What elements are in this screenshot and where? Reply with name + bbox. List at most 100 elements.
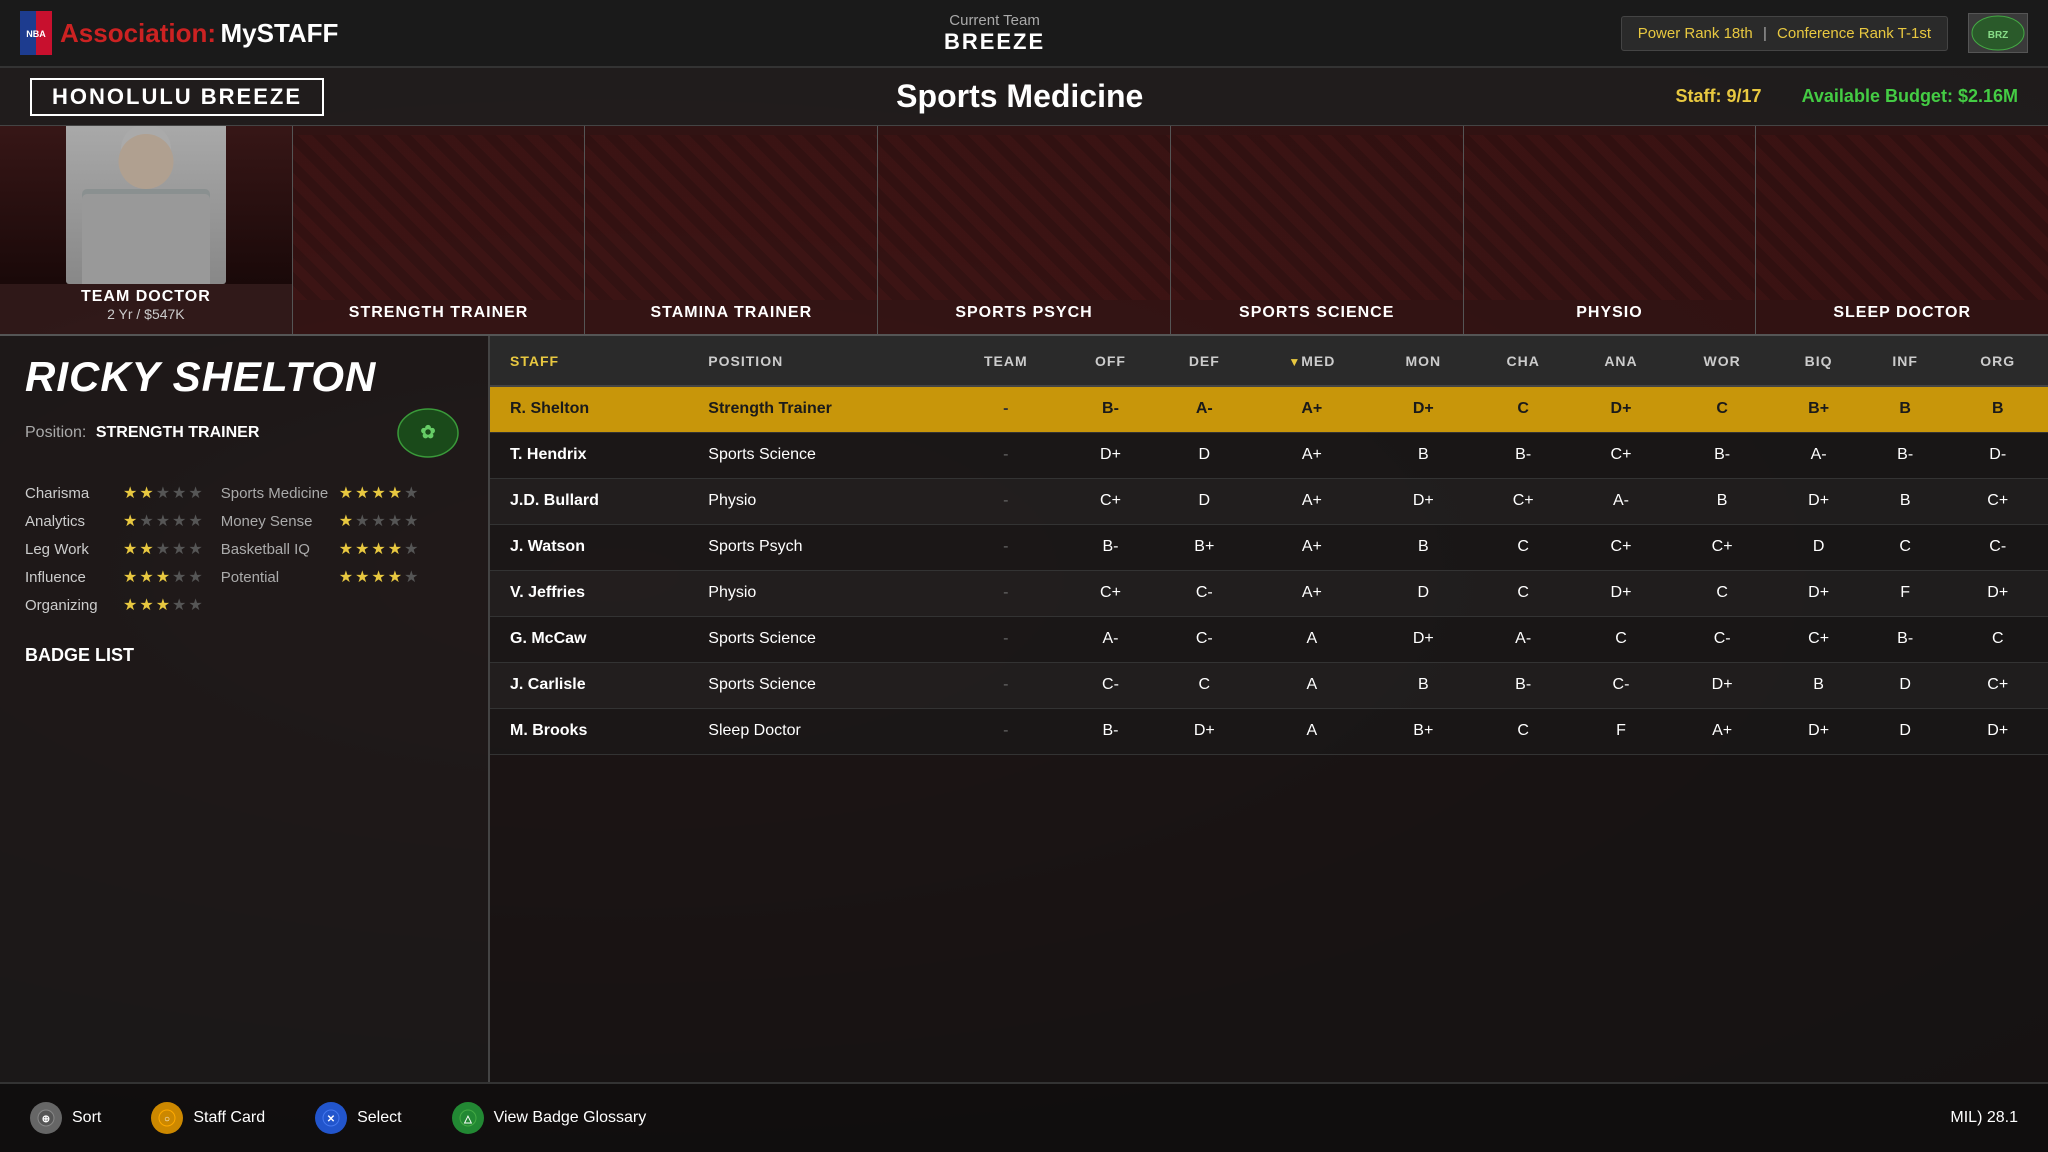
table-header-row: STAFF POSITION TEAM OFF DEF ▼MED MON CHA…	[490, 336, 2048, 386]
sort-button-icon[interactable]: ⊕	[30, 1102, 62, 1134]
grade-cell: B-	[1064, 386, 1158, 432]
position-row: Position: STRENGTH TRAINER ✿	[25, 403, 463, 463]
grade-cell: B-	[1863, 616, 1948, 662]
grade-cell: C	[1474, 386, 1572, 432]
nav-right: Power Rank 18th | Conference Rank T-1st …	[1621, 13, 2028, 53]
view-badge-action[interactable]: △ View Badge Glossary	[452, 1102, 647, 1134]
grade-cell: D+	[1372, 616, 1474, 662]
conf-rank-label: Conference Rank	[1777, 25, 1894, 42]
table-row[interactable]: V. JeffriesPhysio-C+C-A+DCD+CD+FD+	[490, 570, 2048, 616]
staff-slot-sleep-doctor[interactable]: SLEEP DOCTOR	[1756, 126, 2048, 334]
grade-cell: C	[1863, 524, 1948, 570]
influence-stars: ★★★★★	[123, 567, 203, 587]
grade-cell: A-	[1064, 616, 1158, 662]
svg-text:△: △	[463, 1114, 472, 1125]
grade-cell: C+	[1947, 478, 2048, 524]
grade-cell: D	[1157, 432, 1251, 478]
grade-cell: Sleep Doctor	[696, 708, 948, 754]
table-container: STAFF POSITION TEAM OFF DEF ▼MED MON CHA…	[490, 336, 2048, 1082]
table-row[interactable]: G. McCawSports Science-A-C-AD+A-CC-C+B-C	[490, 616, 2048, 662]
player-name: RICKY SHELTON	[25, 356, 463, 398]
potential-stars: ★★★★★	[339, 567, 419, 587]
nav-logo: NBA Association: MySTAFF	[20, 11, 338, 55]
table-row[interactable]: T. HendrixSports Science-D+DA+BB-C+B-A-B…	[490, 432, 2048, 478]
grade-cell: D+	[1774, 478, 1863, 524]
grade-cell: A-	[1774, 432, 1863, 478]
table-row[interactable]: R. SheltonStrength Trainer-B-A-A+D+CD+CB…	[490, 386, 2048, 432]
grade-cell: D+	[1947, 708, 2048, 754]
staff-slot-strength-trainer[interactable]: STRENGTH TRAINER	[293, 126, 586, 334]
slot-label-physio: PHYSIO	[1576, 304, 1642, 322]
grade-cell: A+	[1670, 708, 1774, 754]
staff-slot-sports-psych[interactable]: SPORTS PSYCH	[878, 126, 1171, 334]
conf-rank-value: T-1st	[1898, 25, 1931, 42]
view-badge-button-icon[interactable]: △	[452, 1102, 484, 1134]
svg-text:✿: ✿	[420, 422, 435, 442]
grade-cell: C-	[1064, 662, 1158, 708]
grade-cell: -	[948, 708, 1063, 754]
col-org: ORG	[1947, 336, 2048, 386]
empty-slot-bg-6	[1756, 135, 2048, 300]
staff-name-cell: R. Shelton	[490, 386, 696, 432]
position-value: STRENGTH TRAINER	[96, 424, 260, 441]
grade-cell: D	[1863, 662, 1948, 708]
select-button-icon[interactable]: ✕	[315, 1102, 347, 1134]
grade-cell: C-	[1157, 570, 1251, 616]
sort-action[interactable]: ⊕ Sort	[30, 1102, 101, 1134]
col-inf: INF	[1863, 336, 1948, 386]
power-rank-label: Power Rank	[1638, 25, 1720, 42]
grade-cell: -	[948, 662, 1063, 708]
staff-card-action[interactable]: ○ Staff Card	[151, 1102, 265, 1134]
grade-cell: B-	[1863, 432, 1948, 478]
table-row[interactable]: J.D. BullardPhysio-C+DA+D+C+A-BD+BC+	[490, 478, 2048, 524]
empty-slot-bg-4	[1171, 135, 1463, 300]
grade-cell: C	[1947, 616, 2048, 662]
staff-slot-sports-science[interactable]: SPORTS SCIENCE	[1171, 126, 1464, 334]
staff-slot-physio[interactable]: PHYSIO	[1464, 126, 1757, 334]
right-panel: STAFF POSITION TEAM OFF DEF ▼MED MON CHA…	[490, 336, 2048, 1082]
main-content: RICKY SHELTON Position: STRENGTH TRAINER…	[0, 336, 2048, 1082]
grade-cell: C+	[1670, 524, 1774, 570]
team-doctor-photo	[0, 126, 292, 284]
grade-cell: C	[1670, 386, 1774, 432]
grade-cell: A-	[1474, 616, 1572, 662]
grade-cell: -	[948, 478, 1063, 524]
staff-name-cell: J.D. Bullard	[490, 478, 696, 524]
grade-cell: C-	[1947, 524, 2048, 570]
nav-center: Current Team BREEZE	[368, 12, 1620, 55]
team-name-header: HONOLULU BREEZE	[30, 78, 324, 116]
grade-cell: -	[948, 432, 1063, 478]
grade-cell: C+	[1947, 662, 2048, 708]
staff-name-cell: T. Hendrix	[490, 432, 696, 478]
table-row[interactable]: J. WatsonSports Psych-B-B+A+BCC+C+DCC-	[490, 524, 2048, 570]
grade-cell: C	[1157, 662, 1251, 708]
grade-cell: -	[948, 616, 1063, 662]
grade-cell: D+	[1572, 570, 1670, 616]
table-row[interactable]: J. CarlisleSports Science-C-CABB-C-D+BDC…	[490, 662, 2048, 708]
team-logo-left-icon: ✿	[393, 403, 463, 463]
staff-slot-team-doctor[interactable]: TEAM DOCTOR 2 Yr / $547K	[0, 126, 293, 334]
attr-row-legwork: Leg Work ★★★★★ Basketball IQ ★★★★★	[25, 539, 463, 559]
col-team: TEAM	[948, 336, 1063, 386]
staff-name-cell: J. Carlisle	[490, 662, 696, 708]
table-row[interactable]: M. BrooksSleep Doctor-B-D+AB+CFA+D+DD+	[490, 708, 2048, 754]
table-body: R. SheltonStrength Trainer-B-A-A+D+CD+CB…	[490, 386, 2048, 754]
attr-row-organizing: Organizing ★★★★★	[25, 595, 463, 615]
slot-label-sleep-doctor: SLEEP DOCTOR	[1833, 304, 1971, 322]
grade-cell: B	[1863, 478, 1948, 524]
grade-cell: D+	[1572, 386, 1670, 432]
staff-slot-stamina-trainer[interactable]: STAMINA TRAINER	[585, 126, 878, 334]
grade-cell: C+	[1572, 432, 1670, 478]
grade-cell: -	[948, 386, 1063, 432]
staff-card-button-icon[interactable]: ○	[151, 1102, 183, 1134]
grade-cell: D+	[1372, 386, 1474, 432]
sports-medicine-stars: ★★★★★	[339, 483, 419, 503]
grade-cell: D+	[1157, 708, 1251, 754]
grade-cell: B-	[1474, 662, 1572, 708]
grade-cell: D	[1157, 478, 1251, 524]
slot-label-strength-trainer: STRENGTH TRAINER	[349, 304, 529, 322]
col-position: POSITION	[696, 336, 948, 386]
svg-text:NBA: NBA	[26, 29, 46, 39]
select-action[interactable]: ✕ Select	[315, 1102, 401, 1134]
grade-cell: B	[1372, 662, 1474, 708]
